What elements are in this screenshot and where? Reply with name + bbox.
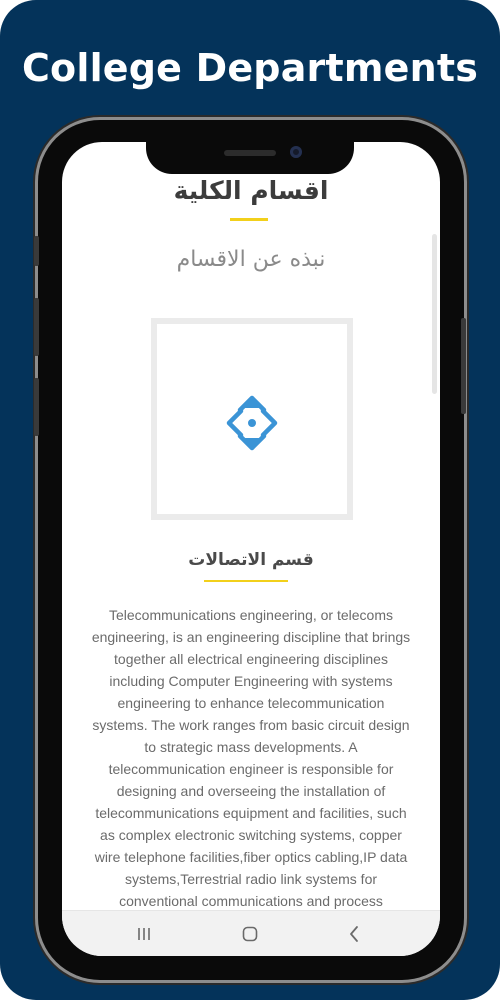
department-description: Telecommunications engineering, or telec… — [91, 607, 411, 909]
system-navigation-bar — [62, 910, 440, 956]
phone-volume-down-button — [34, 378, 39, 436]
promo-card: College Departments اقسام الكلية نبذه عن… — [0, 0, 500, 1000]
scrollbar[interactable] — [432, 234, 437, 394]
department-image — [151, 318, 353, 520]
phone-side-button — [34, 236, 39, 266]
departments-page: اقسام الكلية نبذه عن الاقسام قسم الاتصال… — [62, 142, 440, 956]
department-title-underline — [204, 580, 288, 582]
page-subtitle: نبذه عن الاقسام — [176, 247, 326, 272]
phone-volume-up-button — [34, 298, 39, 356]
back-button[interactable] — [334, 920, 374, 948]
move-arrows-icon — [226, 395, 278, 451]
phone-screen: اقسام الكلية نبذه عن الاقسام قسم الاتصال… — [62, 142, 440, 956]
recents-button[interactable] — [124, 920, 164, 948]
title-underline — [230, 218, 268, 221]
recents-icon — [138, 928, 150, 940]
home-icon — [242, 926, 258, 942]
promo-heading: College Departments — [21, 46, 479, 90]
back-icon — [350, 926, 358, 942]
home-button[interactable] — [230, 920, 270, 948]
phone-power-button — [461, 318, 466, 414]
phone-speaker — [224, 150, 276, 156]
front-camera — [290, 146, 302, 158]
department-title: قسم الاتصالات — [188, 550, 314, 570]
page-title: اقسام الكلية — [173, 176, 329, 205]
